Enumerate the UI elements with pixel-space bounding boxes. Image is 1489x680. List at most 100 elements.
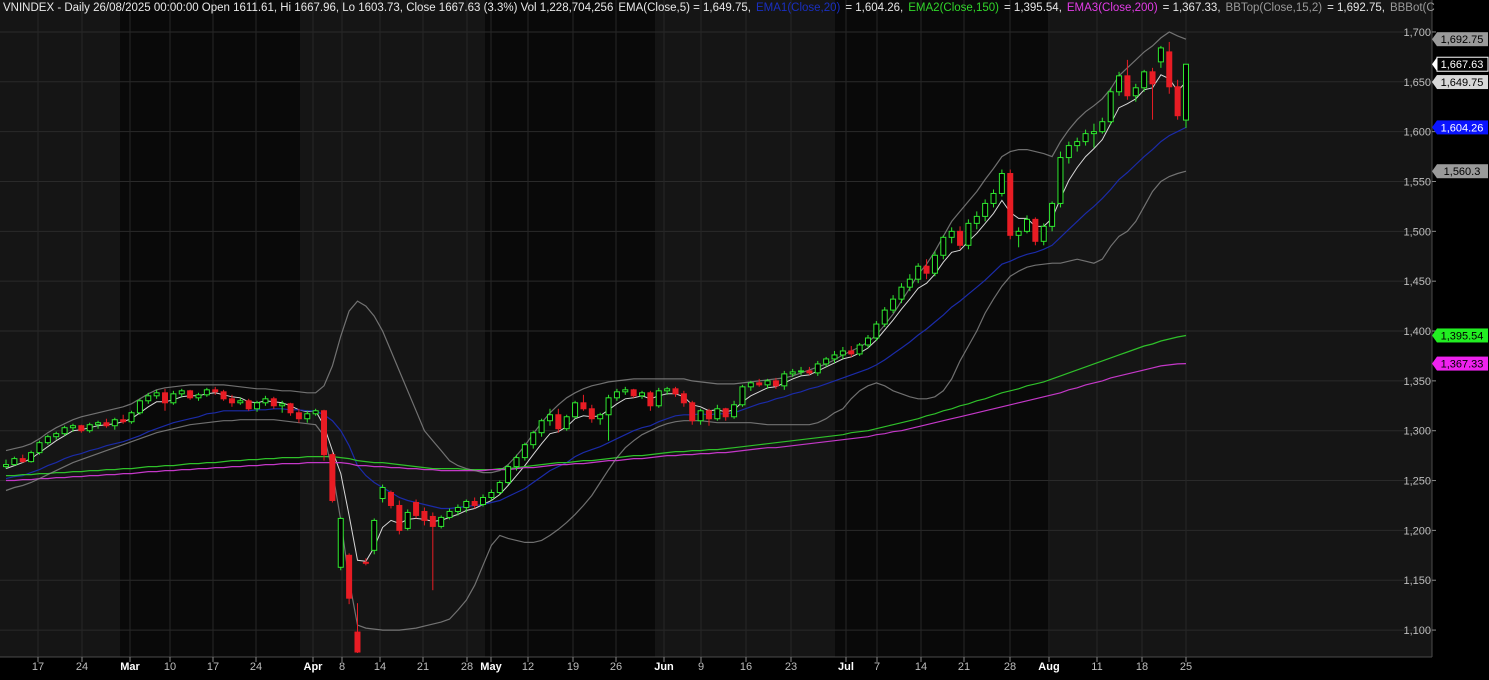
candle-body bbox=[421, 510, 428, 521]
price-label-text: 1,604.26 bbox=[1441, 122, 1484, 134]
candle[interactable] bbox=[998, 169, 1005, 197]
candle[interactable] bbox=[413, 499, 420, 519]
candle-body bbox=[212, 389, 219, 393]
candle-body bbox=[864, 337, 871, 346]
candle-body bbox=[162, 392, 169, 404]
candle-body bbox=[530, 432, 537, 446]
candle-body bbox=[254, 402, 261, 410]
candle-body bbox=[496, 482, 503, 494]
candle-body bbox=[463, 500, 470, 508]
candle-body bbox=[1090, 131, 1097, 135]
candle[interactable] bbox=[655, 387, 662, 408]
candle[interactable] bbox=[856, 342, 863, 356]
candle-body bbox=[304, 413, 311, 420]
candle[interactable] bbox=[1116, 71, 1123, 96]
candle-body bbox=[1082, 133, 1089, 143]
candle[interactable] bbox=[521, 442, 528, 461]
x-tick-label: 10 bbox=[164, 661, 176, 673]
candle[interactable] bbox=[1183, 63, 1189, 128]
candle-body bbox=[1174, 86, 1181, 117]
candle[interactable] bbox=[1049, 201, 1056, 232]
candle-body bbox=[103, 422, 110, 427]
candle-body bbox=[220, 391, 227, 400]
candle[interactable] bbox=[1007, 169, 1014, 240]
candle-body bbox=[655, 390, 662, 407]
candle-body bbox=[111, 419, 118, 427]
indicator-6: = 1,367.33, bbox=[1162, 2, 1221, 14]
candle-body bbox=[931, 254, 938, 274]
candle[interactable] bbox=[128, 410, 135, 424]
candle[interactable] bbox=[44, 434, 51, 445]
candle-body bbox=[806, 370, 813, 374]
candle[interactable] bbox=[61, 425, 68, 436]
candle-body bbox=[940, 236, 947, 256]
candle[interactable] bbox=[881, 307, 888, 328]
x-tick-label: 23 bbox=[785, 661, 797, 673]
candle-body bbox=[722, 408, 729, 418]
candle[interactable] bbox=[337, 517, 344, 571]
candle[interactable] bbox=[346, 553, 353, 605]
candle[interactable] bbox=[86, 422, 93, 433]
x-tick-label: 19 bbox=[567, 661, 579, 673]
candle[interactable] bbox=[931, 251, 938, 277]
candle-body bbox=[95, 422, 102, 426]
candle-body bbox=[1023, 218, 1030, 232]
candle-body bbox=[1074, 141, 1081, 147]
candle-body bbox=[798, 370, 805, 373]
y-tick-label: 1,500 bbox=[1403, 226, 1431, 238]
candle[interactable] bbox=[1057, 151, 1064, 208]
candle[interactable] bbox=[505, 464, 512, 485]
candle-body bbox=[513, 457, 520, 468]
price-label-text: 1,367.33 bbox=[1441, 359, 1484, 371]
price-label: 1,649.75 bbox=[1432, 75, 1488, 90]
y-tick-label: 1,550 bbox=[1403, 176, 1431, 188]
candle[interactable] bbox=[689, 400, 696, 425]
candle[interactable] bbox=[371, 518, 378, 555]
indicator-2: = 1,604.26, bbox=[845, 2, 904, 14]
candle[interactable] bbox=[438, 515, 445, 529]
candle-body bbox=[572, 402, 579, 418]
candle-body bbox=[998, 173, 1005, 194]
candle[interactable] bbox=[187, 389, 194, 400]
candle[interactable] bbox=[572, 400, 579, 419]
candle[interactable] bbox=[1107, 87, 1114, 125]
candle-body bbox=[270, 398, 277, 407]
candle-body bbox=[287, 403, 294, 414]
candle-body bbox=[446, 510, 453, 518]
candle-body bbox=[1099, 121, 1106, 133]
candle[interactable] bbox=[321, 409, 328, 461]
candle[interactable] bbox=[220, 389, 227, 401]
price-label: 1,667.63 bbox=[1432, 56, 1489, 72]
candle[interactable] bbox=[404, 509, 411, 531]
candle-body bbox=[781, 373, 788, 387]
candle[interactable] bbox=[496, 480, 503, 495]
candle[interactable] bbox=[329, 452, 336, 503]
candle[interactable] bbox=[136, 398, 143, 415]
x-tick-label: May bbox=[480, 661, 502, 673]
candle-body bbox=[772, 380, 779, 387]
x-tick-label: 17 bbox=[32, 661, 44, 673]
candle-body bbox=[789, 371, 796, 375]
candle-body bbox=[1166, 51, 1173, 88]
candle[interactable] bbox=[245, 398, 252, 411]
candle[interactable] bbox=[396, 500, 403, 535]
candle[interactable] bbox=[28, 450, 35, 463]
candle[interactable] bbox=[1032, 217, 1039, 246]
candle-body bbox=[44, 436, 51, 444]
candle[interactable] bbox=[563, 414, 570, 431]
y-tick-label: 1,300 bbox=[1403, 426, 1431, 438]
candle[interactable] bbox=[873, 321, 880, 341]
candle[interactable] bbox=[940, 235, 947, 260]
x-tick-label: Jul bbox=[838, 661, 854, 673]
candle-body bbox=[337, 517, 344, 568]
candle[interactable] bbox=[36, 440, 43, 455]
candle[interactable] bbox=[739, 384, 746, 407]
candle[interactable] bbox=[965, 219, 972, 250]
candle[interactable] bbox=[387, 490, 394, 509]
candle-body bbox=[19, 458, 26, 463]
x-tick-label: 7 bbox=[874, 661, 880, 673]
price-label: 1,395.54 bbox=[1432, 328, 1488, 343]
price-chart[interactable]: 1,100 1,150 1,200 1,250 1,300 1,350 1,400 1,450… bbox=[0, 0, 1489, 680]
candle-body bbox=[1157, 47, 1164, 63]
candle-body bbox=[898, 286, 905, 300]
